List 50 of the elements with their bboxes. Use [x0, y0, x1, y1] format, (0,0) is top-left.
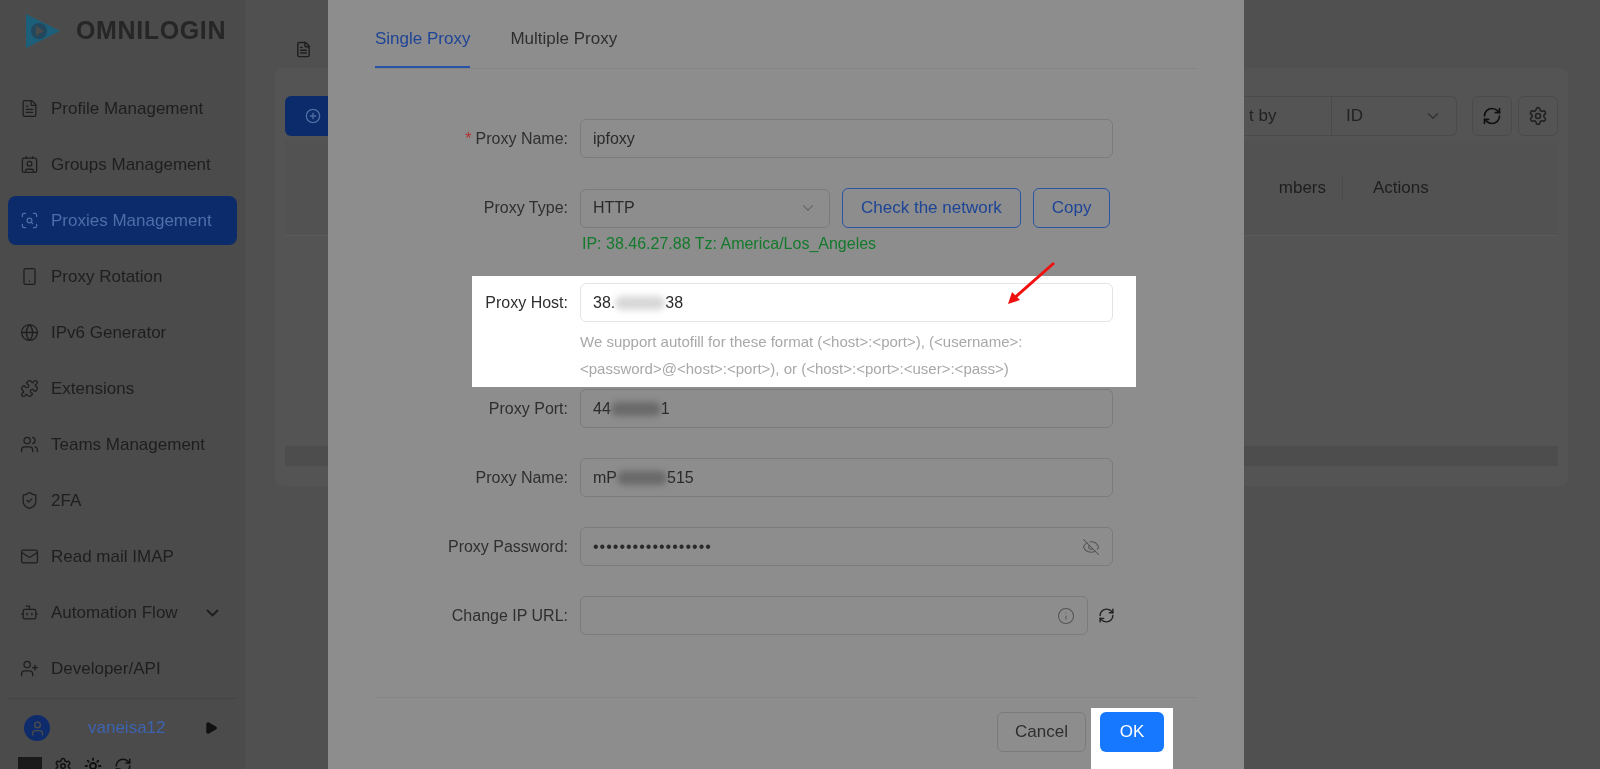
- text-field[interactable]: mP 515: [580, 458, 1113, 497]
- settings-icon: [1528, 106, 1548, 126]
- ok-button[interactable]: OK: [1100, 712, 1164, 752]
- text-field[interactable]: [580, 596, 1088, 635]
- field-hint: We support autofill for these format (<host>:<port>), (<username>:<password>@<host>:<port>), or (<host>:<port>:<user>:<pass>): [580, 332, 1024, 379]
- dialog-tab[interactable]: Single Proxy: [375, 25, 471, 68]
- redaction-blur: [617, 470, 667, 485]
- mail-icon: [20, 547, 39, 566]
- plus-icon: [305, 108, 321, 124]
- eye-off-icon[interactable]: [1082, 537, 1100, 556]
- cancel-button[interactable]: Cancel: [997, 712, 1086, 752]
- outline-button[interactable]: Copy: [1032, 188, 1111, 228]
- text-field[interactable]: 44 1: [580, 389, 1113, 428]
- shield-icon: [20, 491, 39, 510]
- user-plus-icon: [20, 659, 39, 678]
- password-field[interactable]: ••••••••••••••••••: [580, 527, 1113, 566]
- arrow-annotation: [1007, 261, 1057, 305]
- sidebar-item[interactable]: Proxies Management: [8, 196, 237, 245]
- users-icon: [20, 435, 39, 454]
- expand-triangle-icon[interactable]: [203, 721, 218, 735]
- refresh-button[interactable]: [1472, 96, 1512, 136]
- field-label: Proxy Name:: [475, 467, 568, 488]
- field-label: Change IP URL:: [451, 605, 568, 626]
- field-label: Proxy Port:: [488, 398, 568, 419]
- redaction-blur: [610, 401, 661, 416]
- user-name[interactable]: vaneisa12: [88, 715, 166, 741]
- outline-button[interactable]: Check the network: [842, 188, 1021, 228]
- info-icon[interactable]: [1057, 606, 1075, 625]
- refresh-icon: [1482, 106, 1502, 126]
- network-status: IP: 38.46.27.88 Tz: America/Los_Angeles: [582, 234, 878, 254]
- scan-icon: [20, 211, 39, 230]
- puzzle-icon: [20, 379, 39, 398]
- redaction-blur: [615, 295, 666, 310]
- dialog-tab[interactable]: Multiple Proxy: [510, 25, 618, 68]
- document-icon: [295, 40, 312, 58]
- globe-icon: [20, 323, 39, 342]
- document-icon: [20, 99, 39, 118]
- field-label: Proxy Type:: [483, 198, 568, 218]
- field-label: Proxy Host:: [485, 292, 568, 313]
- field-label: * Proxy Name:: [465, 128, 568, 149]
- refresh-icon[interactable]: [1098, 607, 1115, 624]
- phone-icon: [20, 267, 39, 286]
- proxy-type-select[interactable]: HTTP: [580, 188, 830, 228]
- avatar-icon: [24, 715, 50, 741]
- robot-icon: [20, 603, 39, 622]
- field-label: Proxy Password:: [447, 536, 568, 557]
- contact-card-icon: [20, 155, 39, 174]
- text-field[interactable]: ipfoxy: [580, 119, 1113, 158]
- text-field[interactable]: 38. 38: [580, 283, 1113, 322]
- settings-button[interactable]: [1518, 96, 1558, 136]
